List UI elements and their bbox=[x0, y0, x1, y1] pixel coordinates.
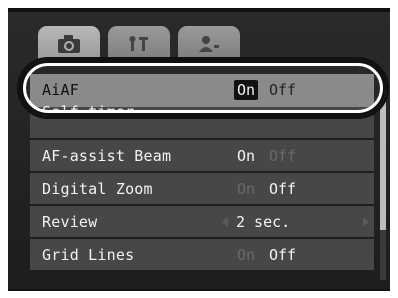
callout-highlight bbox=[20, 60, 386, 116]
arrow-right-icon[interactable] bbox=[363, 217, 369, 227]
camera-menu-screen: AiAF On Off Self-timer AF-assist Beam On… bbox=[8, 12, 390, 289]
option-on[interactable]: On bbox=[234, 179, 258, 199]
menu-row-digital-zoom[interactable]: Digital Zoom On Off bbox=[30, 173, 374, 206]
scrollbar[interactable] bbox=[380, 90, 386, 280]
menu-row-label: Grid Lines bbox=[42, 246, 135, 264]
settings-tools-icon bbox=[129, 36, 148, 51]
option-off[interactable]: Off bbox=[266, 179, 299, 199]
menu-row-label: AF-assist Beam bbox=[42, 147, 172, 165]
option-on[interactable]: On bbox=[234, 245, 258, 265]
option-on[interactable]: On bbox=[234, 146, 258, 166]
bottom-border bbox=[8, 289, 390, 291]
menu-row-grid-lines[interactable]: Grid Lines On Off bbox=[30, 239, 374, 272]
option-off[interactable]: Off bbox=[266, 146, 299, 166]
scroll-thumb[interactable] bbox=[380, 90, 386, 230]
arrow-left-icon[interactable] bbox=[222, 217, 228, 227]
menu-row-label: Digital Zoom bbox=[42, 180, 153, 198]
option-off[interactable]: Off bbox=[266, 245, 299, 265]
menu-row-label: Review bbox=[42, 213, 98, 231]
menu-row-af-assist-beam[interactable]: AF-assist Beam On Off bbox=[30, 140, 374, 173]
person-icon bbox=[199, 36, 219, 52]
review-value: 2 sec. bbox=[236, 213, 291, 231]
menu-row-review[interactable]: Review 2 sec. bbox=[30, 206, 374, 239]
camera-icon bbox=[58, 35, 80, 53]
